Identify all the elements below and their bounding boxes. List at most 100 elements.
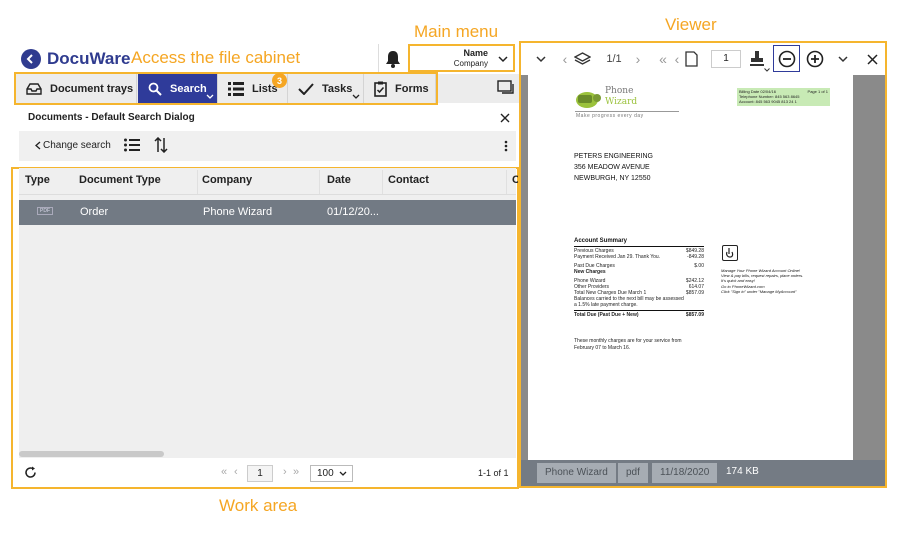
cell-document-type: Order xyxy=(80,206,109,218)
logo-icon xyxy=(21,49,41,69)
change-search-button[interactable]: Change search xyxy=(35,140,111,151)
dialog-title: Documents - Default Search Dialog xyxy=(28,112,195,123)
clipboard-icon xyxy=(374,81,387,97)
chevron-down-icon xyxy=(352,94,360,99)
forms-button[interactable]: Forms xyxy=(364,74,436,103)
prev-doc-button[interactable]: ‹ xyxy=(559,44,571,74)
lists-badge: 3 xyxy=(272,73,287,88)
page-counter: 1/1 xyxy=(606,53,622,65)
summary-title: Account Summary xyxy=(574,238,628,244)
page-size-select[interactable]: 100 xyxy=(310,465,353,482)
viewer-page-input[interactable]: 1 xyxy=(711,50,741,68)
summary-rule-bottom xyxy=(574,310,704,311)
results-count: 1-1 of 1 xyxy=(478,468,509,478)
close-dialog-button[interactable] xyxy=(500,110,514,124)
footer-format-chip: pdf xyxy=(618,463,648,483)
first-page-button[interactable]: « xyxy=(221,466,227,478)
billing-account: Account: 845 563 9045 813 24 1 xyxy=(739,99,797,104)
close-viewer-button[interactable] xyxy=(864,44,880,74)
lists-button[interactable]: Lists 3 xyxy=(218,73,288,103)
list-icon xyxy=(228,81,244,96)
side-note: Manage Your Phone Wizard Account Online!… xyxy=(721,268,804,294)
horizontal-scrollbar[interactable] xyxy=(19,451,164,457)
tasks-label: Tasks xyxy=(322,82,353,95)
footer-note: These monthly charges are for your servi… xyxy=(574,338,682,351)
user-company: Company xyxy=(453,59,488,68)
summary-row: New Charges xyxy=(574,269,606,275)
close-icon xyxy=(866,53,878,65)
notifications-button[interactable] xyxy=(382,46,404,72)
page-thumbnail-button[interactable] xyxy=(683,44,699,74)
logo-text: DocuWare xyxy=(47,49,131,68)
brand-bottom: Wizard xyxy=(605,97,638,107)
chevron-down-icon xyxy=(498,56,508,63)
search-label: Search xyxy=(170,82,207,95)
zoom-out-icon xyxy=(778,50,795,67)
stamp-icon xyxy=(750,51,764,66)
chevron-down-icon xyxy=(838,55,848,62)
chevron-left-icon xyxy=(35,141,41,150)
layers-button[interactable] xyxy=(572,44,592,74)
column-header-company[interactable]: Company xyxy=(202,170,320,194)
bell-icon xyxy=(386,51,400,68)
main-menu-callout: Main menu xyxy=(414,22,499,41)
document-trays-button[interactable]: Document trays xyxy=(16,74,137,103)
work-area-callout: Work area xyxy=(219,496,298,515)
stamp-button[interactable] xyxy=(745,44,770,74)
footer-date-chip: 11/18/2020 xyxy=(652,463,718,483)
table-row[interactable]: PDF Order Phone Wizard 01/12/20... xyxy=(19,200,516,225)
page-size-value: 100 xyxy=(317,468,334,479)
window-icon xyxy=(497,80,514,94)
close-icon xyxy=(500,113,510,123)
list-view-button[interactable] xyxy=(124,138,140,152)
viewer-more-button[interactable] xyxy=(835,44,851,74)
header-separator xyxy=(19,194,516,195)
billing-page: Page 1 of 1 xyxy=(807,89,828,94)
summary-total-row: Total Due (Past Due + New) $857.09 xyxy=(574,312,704,318)
prev-page-viewer-button[interactable]: ‹ xyxy=(672,44,682,74)
more-options-button[interactable] xyxy=(504,139,510,153)
logo-graphic-icon xyxy=(576,92,601,108)
checkmark-icon xyxy=(298,82,314,95)
access-callout: Access the file cabinet xyxy=(131,48,301,67)
hand-icon xyxy=(726,248,734,258)
refresh-button[interactable] xyxy=(24,466,38,480)
tasks-button[interactable]: Tasks xyxy=(288,74,364,103)
column-header-date[interactable]: Date xyxy=(327,170,383,194)
column-header-more[interactable]: C xyxy=(512,170,518,194)
header-divider xyxy=(378,44,379,74)
list-view-icon xyxy=(124,138,140,152)
search-icon xyxy=(148,82,162,96)
next-page-button[interactable]: › xyxy=(283,466,287,478)
layers-icon xyxy=(573,51,591,65)
first-page-viewer-button[interactable]: « xyxy=(656,44,670,74)
document-trays-label: Document trays xyxy=(50,82,134,95)
user-name: Name xyxy=(463,48,488,58)
prev-page-button[interactable]: ‹ xyxy=(234,466,238,478)
search-button[interactable]: Search xyxy=(138,74,218,103)
docuware-logo: DocuWare xyxy=(21,49,130,69)
column-header-document-type[interactable]: Document Type xyxy=(79,170,198,194)
chevron-down-icon xyxy=(764,68,770,72)
sort-icon xyxy=(154,136,168,154)
summary-rule-top xyxy=(574,246,704,247)
footer-name-chip: Phone Wizard xyxy=(537,463,616,483)
main-menu-button[interactable]: Name Company xyxy=(408,44,515,72)
zoom-out-button[interactable] xyxy=(773,45,800,72)
last-page-button[interactable]: » xyxy=(293,466,299,478)
viewer-menu-button[interactable] xyxy=(531,44,551,74)
summary-row: Payment Received Jan 29. Thank You. -849.… xyxy=(574,254,704,260)
column-header-contact[interactable]: Contact xyxy=(388,170,507,194)
tagline-rule xyxy=(575,111,679,112)
tagline: Make progress every day xyxy=(576,113,644,119)
sort-button[interactable] xyxy=(154,136,168,154)
next-doc-button[interactable]: › xyxy=(632,44,644,74)
column-header-type[interactable]: Type xyxy=(25,170,75,194)
page-number-input[interactable]: 1 xyxy=(247,465,273,482)
switch-window-button[interactable] xyxy=(497,79,515,97)
zoom-in-button[interactable] xyxy=(803,44,827,74)
chevron-down-icon xyxy=(339,471,347,476)
address-line-1: PETERS ENGINEERING xyxy=(574,153,653,160)
page-icon xyxy=(684,51,698,67)
billing-box: Billing Date 02/04/16 Page 1 of 1 Telepho… xyxy=(737,88,830,106)
